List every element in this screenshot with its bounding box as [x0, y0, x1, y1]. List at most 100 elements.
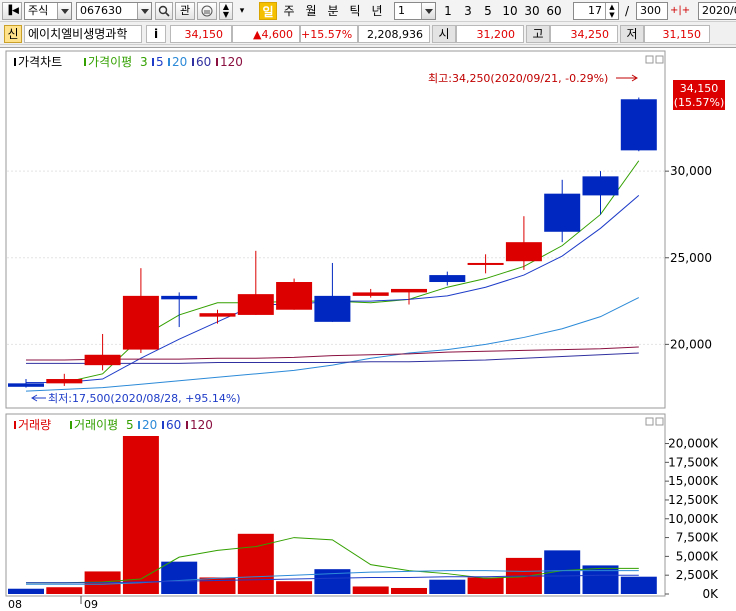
search-icon: [158, 5, 170, 17]
candle-body: [199, 313, 236, 317]
high-label: 고: [526, 25, 550, 43]
view-count-input[interactable]: 17 ▲ ▼: [573, 2, 619, 20]
list-icon: [201, 5, 213, 17]
volume-axis-label: 5,000K: [676, 549, 719, 563]
current-price-tag-value: 34,150: [680, 82, 719, 95]
chevron-down-icon[interactable]: [57, 3, 71, 19]
price-ma-period-120[interactable]: 120: [220, 55, 243, 69]
x-axis-label-08: 08: [8, 598, 22, 611]
volume-bar: [122, 436, 159, 594]
search-button[interactable]: [155, 2, 173, 20]
stock-stepper-menu-icon[interactable]: ▾: [235, 2, 249, 20]
volume-axis-label: 17,500K: [668, 455, 719, 469]
volume-panel-title[interactable]: 거래량: [18, 418, 51, 432]
high-annotation: 최고:34,250(2020/09/21, -0.29%): [428, 72, 608, 85]
quick-count-30-button[interactable]: 30: [523, 2, 541, 20]
volume-axis-label: 2,500K: [676, 568, 719, 582]
price-ma-period-60[interactable]: 60: [196, 55, 211, 69]
stock-stepper[interactable]: ▲ ▼: [219, 2, 233, 20]
legend-marker: [14, 58, 16, 66]
volume-axis-label: 10,000K: [668, 512, 719, 526]
quick-count-3-button[interactable]: 3: [461, 2, 475, 20]
toolbar: ▐◀ 주식 067630 관 ▲ ▼ ▾ 일 주 월 분 틱 년 1 1 3 5 …: [0, 0, 736, 22]
candle-body: [467, 262, 504, 265]
volume-ma-period-120[interactable]: 120: [190, 418, 213, 432]
open-label: 시: [432, 25, 456, 43]
legend-marker: [152, 58, 154, 66]
quick-count-1-button[interactable]: 1: [441, 2, 455, 20]
period-tick-button[interactable]: 틱: [346, 2, 364, 20]
candle-body: [544, 193, 581, 232]
legend-marker: [216, 58, 218, 66]
volume-ma-period-20[interactable]: 20: [142, 418, 157, 432]
volume-ma-title[interactable]: 거래이평: [74, 418, 118, 432]
candle-body: [276, 282, 313, 310]
period-year-button[interactable]: 년: [368, 2, 386, 20]
interval-select[interactable]: 1: [394, 2, 436, 20]
stock-list-button[interactable]: [197, 2, 217, 20]
stock-name[interactable]: 에이치엘비생명과학: [24, 25, 142, 43]
candle-body: [84, 354, 121, 366]
market-select[interactable]: 주식: [24, 2, 72, 20]
volume-bar: [237, 533, 274, 594]
volume-ma-period-60[interactable]: 60: [166, 418, 181, 432]
minimize-icon[interactable]: [645, 55, 654, 64]
close-icon[interactable]: [655, 417, 664, 426]
candle-body: [46, 379, 83, 384]
legend-marker: [138, 421, 140, 429]
legend-marker: [168, 58, 170, 66]
chart-area[interactable]: 가격차트 가격이평 3 5 20 60 120 거래량 거래이평 5 20 60…: [0, 47, 736, 611]
price-ma-period-3[interactable]: 3: [140, 55, 148, 69]
volume-ma-period-5[interactable]: 5: [126, 418, 134, 432]
panel-toggle-button[interactable]: ▐◀: [2, 2, 22, 20]
volume-axis-label: 12,500K: [668, 493, 719, 507]
count-separator: /: [624, 4, 630, 18]
minimize-icon[interactable]: [645, 417, 654, 426]
stock-code-input[interactable]: 067630: [76, 2, 152, 20]
date-input[interactable]: 2020/0: [698, 2, 736, 20]
stock-chart-svg[interactable]: 가격차트 가격이평 3 5 20 60 120 거래량 거래이평 5 20 60…: [0, 48, 736, 611]
view-count-stepper[interactable]: ▲ ▼: [605, 3, 618, 19]
volume-bar: [8, 588, 44, 594]
volume-axis: 20,000K 17,500K 15,000K 12,500K 10,000K 7,500…: [665, 437, 719, 601]
favorite-button[interactable]: 관: [175, 2, 195, 20]
total-count-input[interactable]: 300: [636, 2, 668, 20]
quick-count-60-button[interactable]: 60: [545, 2, 563, 20]
stock-code-value: 067630: [80, 4, 122, 17]
price-ma-period-5[interactable]: 5: [156, 55, 164, 69]
stock-info-button[interactable]: i: [146, 25, 166, 43]
legend-marker: [84, 58, 86, 66]
close-icon[interactable]: [655, 55, 664, 64]
volume-axis-label: 7,500K: [676, 531, 719, 545]
period-week-button[interactable]: 주: [280, 2, 298, 20]
total-count-value: 300: [640, 4, 661, 17]
price-panel-title[interactable]: 가격차트: [18, 55, 62, 69]
candle-body: [122, 295, 159, 350]
legend-marker: [192, 58, 194, 66]
date-value: 2020/0: [702, 4, 736, 17]
chevron-down-icon[interactable]: [137, 3, 151, 19]
high-price: 34,250: [550, 25, 618, 43]
zoom-toggle-icon[interactable]: +|+: [670, 2, 690, 20]
price-change: ▲4,600: [232, 25, 300, 43]
interval-select-value: 1: [398, 4, 405, 17]
period-day-button[interactable]: 일: [259, 2, 277, 20]
volume-axis-label: 15,000K: [668, 474, 719, 488]
price-axis: 20,000 25,000 30,000: [665, 164, 712, 351]
price-ma-period-20[interactable]: 20: [172, 55, 187, 69]
quick-count-5-button[interactable]: 5: [481, 2, 495, 20]
volume-bar: [620, 576, 657, 594]
chevron-down-icon[interactable]: [421, 3, 435, 19]
price-axis-label: 20,000: [670, 337, 712, 351]
price-legend[interactable]: 가격차트 가격이평 3 5 20 60 120: [14, 55, 243, 69]
legend-marker: [186, 421, 188, 429]
volume-bar: [352, 586, 389, 594]
legend-marker: [70, 421, 72, 429]
price-axis-label: 25,000: [670, 251, 712, 265]
price-ma-title[interactable]: 가격이평: [88, 55, 132, 69]
quick-count-10-button[interactable]: 10: [501, 2, 519, 20]
period-minute-button[interactable]: 분: [324, 2, 342, 20]
volume-bar: [467, 577, 504, 594]
view-count-value: 17: [588, 4, 602, 17]
period-month-button[interactable]: 월: [302, 2, 320, 20]
